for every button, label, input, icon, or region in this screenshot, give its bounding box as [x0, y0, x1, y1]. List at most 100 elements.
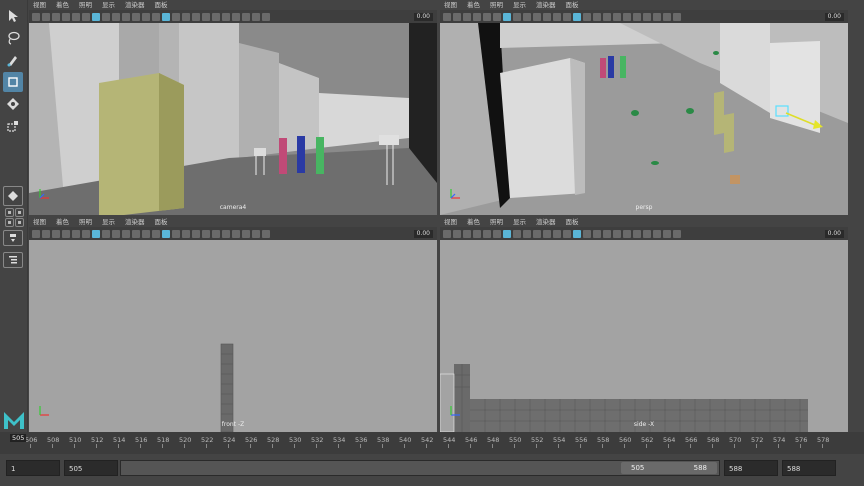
- motion-blur-icon[interactable]: [202, 229, 210, 238]
- field-chart-icon[interactable]: [132, 229, 140, 238]
- grid-icon[interactable]: [493, 12, 501, 21]
- xray-icon[interactable]: [643, 229, 651, 238]
- ambient-occlusion-icon[interactable]: [192, 12, 200, 21]
- start-frame-field[interactable]: 1: [6, 460, 60, 476]
- resolution-gate-icon[interactable]: [112, 229, 120, 238]
- scale-icon[interactable]: [3, 116, 23, 136]
- shadows-icon[interactable]: [593, 229, 601, 238]
- bookmark-icon[interactable]: [42, 12, 50, 21]
- exposure-field[interactable]: 0.00: [824, 12, 844, 21]
- menu-view[interactable]: 视图: [33, 0, 46, 10]
- menu-show[interactable]: 显示: [102, 0, 115, 10]
- camera-icon[interactable]: [32, 229, 40, 238]
- xray-joints-icon[interactable]: [653, 12, 661, 21]
- film-gate-icon[interactable]: [102, 229, 110, 238]
- backface-icon[interactable]: [252, 229, 260, 238]
- isolate-select-icon[interactable]: [633, 12, 641, 21]
- menu-renderer[interactable]: 渲染器: [125, 0, 145, 10]
- use-lights-icon[interactable]: [172, 12, 180, 21]
- smooth-shade-icon[interactable]: [563, 229, 571, 238]
- range-slider-track[interactable]: 505 588: [120, 460, 720, 476]
- viewport-canvas[interactable]: persp: [440, 23, 848, 215]
- grid-icon[interactable]: [493, 229, 501, 238]
- gate-mask-icon[interactable]: [122, 12, 130, 21]
- viewport-front[interactable]: 视图 着色 照明 显示 渲染器 面板 0.00 front -Z: [29, 217, 437, 432]
- playback-start-field[interactable]: 505: [64, 460, 118, 476]
- resolution-gate-icon[interactable]: [112, 12, 120, 21]
- film-gate-icon[interactable]: [513, 229, 521, 238]
- use-lights-icon[interactable]: [583, 229, 591, 238]
- camera-icon[interactable]: [32, 12, 40, 21]
- safe-action-icon[interactable]: [142, 229, 150, 238]
- anti-alias-icon[interactable]: [212, 229, 220, 238]
- menu-panels[interactable]: 面板: [566, 0, 579, 10]
- xray-joints-icon[interactable]: [242, 12, 250, 21]
- image-plane-icon[interactable]: [52, 229, 60, 238]
- current-frame-indicator[interactable]: 505: [10, 434, 27, 442]
- wireframe-icon[interactable]: [92, 229, 100, 238]
- backface-icon[interactable]: [663, 229, 671, 238]
- film-gate-icon[interactable]: [102, 12, 110, 21]
- menu-renderer[interactable]: 渲染器: [125, 217, 145, 227]
- film-gate-icon[interactable]: [513, 12, 521, 21]
- textured-icon[interactable]: [162, 229, 170, 238]
- motion-blur-icon[interactable]: [613, 229, 621, 238]
- gate-mask-icon[interactable]: [533, 12, 541, 21]
- anti-alias-icon[interactable]: [623, 229, 631, 238]
- playback-end-field[interactable]: 588: [724, 460, 778, 476]
- gate-mask-icon[interactable]: [122, 229, 130, 238]
- exposure-icon[interactable]: [673, 229, 681, 238]
- textured-icon[interactable]: [573, 12, 581, 21]
- shadows-icon[interactable]: [182, 12, 190, 21]
- image-plane-icon[interactable]: [52, 12, 60, 21]
- outliner-icon[interactable]: [3, 252, 23, 268]
- backface-icon[interactable]: [252, 12, 260, 21]
- use-lights-icon[interactable]: [583, 12, 591, 21]
- isolate-select-icon[interactable]: [633, 229, 641, 238]
- textured-icon[interactable]: [162, 12, 170, 21]
- wireframe-icon[interactable]: [503, 229, 511, 238]
- end-frame-field[interactable]: 588: [782, 460, 836, 476]
- range-slider-handle[interactable]: 505 588: [621, 462, 717, 474]
- field-chart-icon[interactable]: [543, 229, 551, 238]
- safe-action-icon[interactable]: [142, 12, 150, 21]
- 2d-pan-icon[interactable]: [473, 12, 481, 21]
- lasso-icon[interactable]: [3, 28, 23, 48]
- grid-icon[interactable]: [82, 12, 90, 21]
- safe-action-icon[interactable]: [553, 229, 561, 238]
- smooth-shade-icon[interactable]: [563, 12, 571, 21]
- exposure-field[interactable]: 0.00: [824, 229, 844, 238]
- ambient-occlusion-icon[interactable]: [192, 229, 200, 238]
- textured-icon[interactable]: [573, 229, 581, 238]
- field-chart-icon[interactable]: [543, 12, 551, 21]
- field-chart-icon[interactable]: [132, 12, 140, 21]
- gate-mask-icon[interactable]: [533, 229, 541, 238]
- menu-view[interactable]: 视图: [444, 0, 457, 10]
- menu-lighting[interactable]: 照明: [79, 0, 92, 10]
- smooth-shade-icon[interactable]: [152, 12, 160, 21]
- menu-lighting[interactable]: 照明: [79, 217, 92, 227]
- arrow-select-icon[interactable]: [3, 6, 23, 26]
- xray-joints-icon[interactable]: [653, 229, 661, 238]
- menu-lighting[interactable]: 照明: [490, 0, 503, 10]
- menu-view[interactable]: 视图: [444, 217, 457, 227]
- rotate-icon[interactable]: [3, 94, 23, 114]
- grease-pencil-icon[interactable]: [483, 229, 491, 238]
- image-plane-icon[interactable]: [463, 229, 471, 238]
- viewport-canvas[interactable]: side -X: [440, 240, 848, 432]
- isolate-select-icon[interactable]: [222, 229, 230, 238]
- layout-four-icon-a[interactable]: ▪: [5, 208, 14, 217]
- menu-renderer[interactable]: 渲染器: [536, 0, 556, 10]
- layout-four-icon-c[interactable]: ▪: [5, 218, 14, 227]
- ambient-occlusion-icon[interactable]: [603, 229, 611, 238]
- motion-blur-icon[interactable]: [202, 12, 210, 21]
- time-slider[interactable]: 506 508 510 512 514 516 518 520 522 524 526 528 530 5…: [0, 432, 864, 454]
- menu-show[interactable]: 显示: [513, 217, 526, 227]
- grease-pencil-icon[interactable]: [72, 229, 80, 238]
- menu-show[interactable]: 显示: [513, 0, 526, 10]
- exposure-icon[interactable]: [673, 12, 681, 21]
- menu-shading[interactable]: 着色: [56, 0, 69, 10]
- menu-renderer[interactable]: 渲染器: [536, 217, 556, 227]
- wireframe-icon[interactable]: [92, 12, 100, 21]
- exposure-icon[interactable]: [262, 12, 270, 21]
